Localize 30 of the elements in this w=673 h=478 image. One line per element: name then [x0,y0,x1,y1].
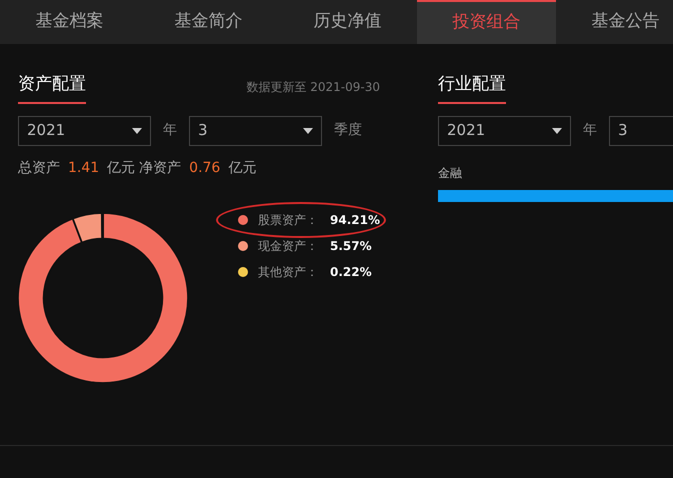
tab[interactable]: 历史净值 [278,0,417,44]
dropdown-select[interactable]: 2021 [18,116,151,146]
dropdown-select[interactable]: 3 [609,116,673,146]
net-assets-value: 0.76 [188,158,222,178]
unit-label: 亿元 [228,158,256,178]
legend-label: 现金资产： [258,238,320,254]
quarter-label: 季度 [333,121,363,140]
update-note: 数据更新至 2021-09-30 [246,78,380,96]
section-title: 行业配置 [438,72,506,104]
dropdown-select[interactable]: 2021 [438,116,571,146]
year-label: 年 [162,121,178,140]
caret-down-icon [303,128,313,134]
caret-down-icon [552,128,562,134]
section-title: 资产配置 [18,72,86,104]
tab[interactable]: 基金简介 [139,0,278,44]
total-assets-value: 1.41 [67,158,100,178]
legend-value: 5.57% [330,238,372,254]
total-assets-label: 总资产 [18,158,60,178]
legend-label: 其他资产： [258,264,320,280]
tab[interactable]: 基金公告 [556,0,673,44]
legend-label: 股票资产： [258,212,320,228]
unit-label: 亿元 [107,158,136,178]
tab[interactable]: 基金档案 [0,0,139,44]
year-label: 年 [582,121,598,140]
legend-value: 94.21% [330,212,380,228]
industry-label: 金融 [438,164,463,182]
caret-down-icon [132,128,142,134]
legend-value: 0.22% [330,264,372,280]
dropdown-select[interactable]: 3 [189,116,322,146]
net-assets-label: 净资产 [139,158,182,178]
